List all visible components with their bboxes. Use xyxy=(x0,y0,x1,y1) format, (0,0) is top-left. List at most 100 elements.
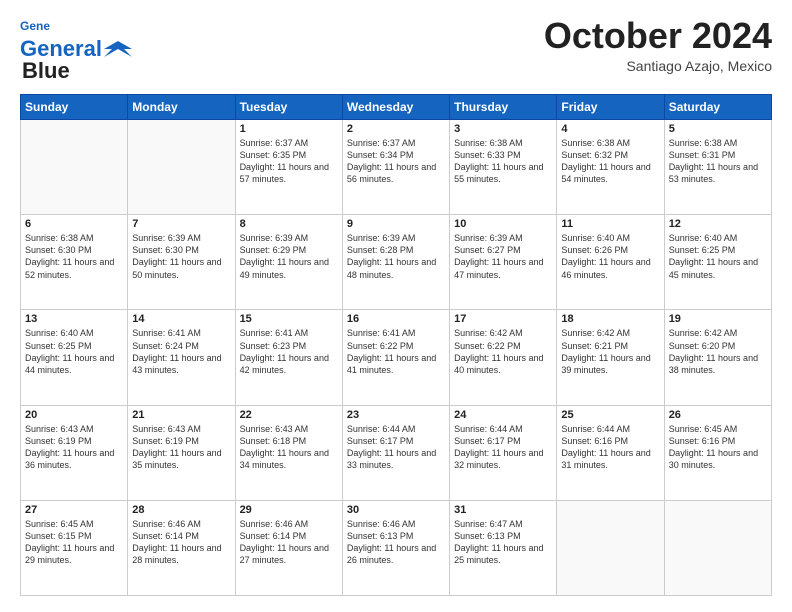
day-number: 11 xyxy=(561,218,659,230)
weekday-header-monday: Monday xyxy=(128,95,235,120)
day-number: 19 xyxy=(669,313,767,325)
day-number: 26 xyxy=(669,409,767,421)
day-number: 31 xyxy=(454,504,552,516)
calendar-cell: 24 Sunrise: 6:44 AM Sunset: 6:17 PM Dayli… xyxy=(450,405,557,500)
calendar-cell: 17 Sunrise: 6:42 AM Sunset: 6:22 PM Dayli… xyxy=(450,310,557,405)
weekday-header-sunday: Sunday xyxy=(21,95,128,120)
title-section: October 2024 Santiago Azajo, Mexico xyxy=(544,16,772,74)
calendar-cell: 10 Sunrise: 6:39 AM Sunset: 6:27 PM Dayli… xyxy=(450,215,557,310)
day-number: 13 xyxy=(25,313,123,325)
calendar-cell: 8 Sunrise: 6:39 AM Sunset: 6:29 PM Daylig… xyxy=(235,215,342,310)
calendar-cell: 28 Sunrise: 6:46 AM Sunset: 6:14 PM Dayli… xyxy=(128,500,235,595)
day-info: Sunrise: 6:43 AM Sunset: 6:19 PM Dayligh… xyxy=(25,423,123,472)
calendar-cell: 12Sunrise: 6:40 AM Sunset: 6:25 PM Dayli… xyxy=(664,215,771,310)
day-info: Sunrise: 6:40 AM Sunset: 6:25 PM Dayligh… xyxy=(25,327,123,376)
day-info: Sunrise: 6:37 AM Sunset: 6:34 PM Dayligh… xyxy=(347,137,445,186)
day-info: Sunrise: 6:41 AM Sunset: 6:24 PM Dayligh… xyxy=(132,327,230,376)
day-number: 6 xyxy=(25,218,123,230)
calendar-cell: 29Sunrise: 6:46 AM Sunset: 6:14 PM Dayli… xyxy=(235,500,342,595)
day-info: Sunrise: 6:42 AM Sunset: 6:20 PM Dayligh… xyxy=(669,327,767,376)
logo-bird xyxy=(104,39,132,59)
day-info: Sunrise: 6:45 AM Sunset: 6:15 PM Dayligh… xyxy=(25,518,123,567)
day-number: 24 xyxy=(454,409,552,421)
day-info: Sunrise: 6:40 AM Sunset: 6:26 PM Dayligh… xyxy=(561,232,659,281)
day-info: Sunrise: 6:45 AM Sunset: 6:16 PM Dayligh… xyxy=(669,423,767,472)
day-info: Sunrise: 6:39 AM Sunset: 6:30 PM Dayligh… xyxy=(132,232,230,281)
day-info: Sunrise: 6:43 AM Sunset: 6:18 PM Dayligh… xyxy=(240,423,338,472)
day-info: Sunrise: 6:46 AM Sunset: 6:14 PM Dayligh… xyxy=(132,518,230,567)
calendar-cell: 25 Sunrise: 6:44 AM Sunset: 6:16 PM Dayli… xyxy=(557,405,664,500)
day-number: 2 xyxy=(347,123,445,135)
calendar-cell: 5Sunrise: 6:38 AM Sunset: 6:31 PM Daylig… xyxy=(664,120,771,215)
day-info: Sunrise: 6:38 AM Sunset: 6:30 PM Dayligh… xyxy=(25,232,123,281)
location-subtitle: Santiago Azajo, Mexico xyxy=(544,58,772,74)
day-number: 29 xyxy=(240,504,338,516)
calendar-cell: 18Sunrise: 6:42 AM Sunset: 6:21 PM Dayli… xyxy=(557,310,664,405)
weekday-header-tuesday: Tuesday xyxy=(235,95,342,120)
weekday-header-thursday: Thursday xyxy=(450,95,557,120)
day-info: Sunrise: 6:39 AM Sunset: 6:28 PM Dayligh… xyxy=(347,232,445,281)
calendar-week-1: 1Sunrise: 6:37 AM Sunset: 6:35 PM Daylig… xyxy=(21,120,772,215)
day-number: 20 xyxy=(25,409,123,421)
day-number: 10 xyxy=(454,218,552,230)
calendar-cell xyxy=(21,120,128,215)
logo: General General Blue xyxy=(20,16,132,84)
calendar-week-2: 6 Sunrise: 6:38 AM Sunset: 6:30 PM Daylig… xyxy=(21,215,772,310)
day-number: 3 xyxy=(454,123,552,135)
day-number: 12 xyxy=(669,218,767,230)
calendar-cell xyxy=(557,500,664,595)
day-number: 16 xyxy=(347,313,445,325)
day-number: 4 xyxy=(561,123,659,135)
calendar-cell xyxy=(128,120,235,215)
calendar-cell: 14 Sunrise: 6:41 AM Sunset: 6:24 PM Dayli… xyxy=(128,310,235,405)
day-number: 25 xyxy=(561,409,659,421)
calendar-cell: 3Sunrise: 6:38 AM Sunset: 6:33 PM Daylig… xyxy=(450,120,557,215)
calendar-week-3: 13 Sunrise: 6:40 AM Sunset: 6:25 PM Dayli… xyxy=(21,310,772,405)
day-number: 14 xyxy=(132,313,230,325)
day-info: Sunrise: 6:42 AM Sunset: 6:21 PM Dayligh… xyxy=(561,327,659,376)
calendar-cell: 9 Sunrise: 6:39 AM Sunset: 6:28 PM Daylig… xyxy=(342,215,449,310)
day-number: 1 xyxy=(240,123,338,135)
calendar-cell: 31 Sunrise: 6:47 AM Sunset: 6:13 PM Dayli… xyxy=(450,500,557,595)
calendar-cell: 6 Sunrise: 6:38 AM Sunset: 6:30 PM Daylig… xyxy=(21,215,128,310)
calendar-cell: 11 Sunrise: 6:40 AM Sunset: 6:26 PM Dayli… xyxy=(557,215,664,310)
calendar-cell: 13 Sunrise: 6:40 AM Sunset: 6:25 PM Dayli… xyxy=(21,310,128,405)
calendar-cell xyxy=(664,500,771,595)
calendar-table: SundayMondayTuesdayWednesdayThursdayFrid… xyxy=(20,94,772,596)
day-info: Sunrise: 6:46 AM Sunset: 6:13 PM Dayligh… xyxy=(347,518,445,567)
calendar-cell: 2 Sunrise: 6:37 AM Sunset: 6:34 PM Daylig… xyxy=(342,120,449,215)
header: General General Blue October 2024 Santia… xyxy=(20,16,772,84)
day-info: Sunrise: 6:41 AM Sunset: 6:23 PM Dayligh… xyxy=(240,327,338,376)
day-info: Sunrise: 6:42 AM Sunset: 6:22 PM Dayligh… xyxy=(454,327,552,376)
day-info: Sunrise: 6:41 AM Sunset: 6:22 PM Dayligh… xyxy=(347,327,445,376)
day-info: Sunrise: 6:44 AM Sunset: 6:17 PM Dayligh… xyxy=(454,423,552,472)
month-title: October 2024 xyxy=(544,16,772,56)
day-info: Sunrise: 6:38 AM Sunset: 6:32 PM Dayligh… xyxy=(561,137,659,186)
day-number: 17 xyxy=(454,313,552,325)
day-number: 27 xyxy=(25,504,123,516)
calendar-cell: 26 Sunrise: 6:45 AM Sunset: 6:16 PM Dayli… xyxy=(664,405,771,500)
day-number: 8 xyxy=(240,218,338,230)
calendar-cell: 22 Sunrise: 6:43 AM Sunset: 6:18 PM Dayli… xyxy=(235,405,342,500)
calendar-week-5: 27 Sunrise: 6:45 AM Sunset: 6:15 PM Dayli… xyxy=(21,500,772,595)
day-info: Sunrise: 6:39 AM Sunset: 6:27 PM Dayligh… xyxy=(454,232,552,281)
day-number: 23 xyxy=(347,409,445,421)
calendar-cell: 15Sunrise: 6:41 AM Sunset: 6:23 PM Dayli… xyxy=(235,310,342,405)
day-info: Sunrise: 6:44 AM Sunset: 6:16 PM Dayligh… xyxy=(561,423,659,472)
day-number: 28 xyxy=(132,504,230,516)
calendar-cell: 16 Sunrise: 6:41 AM Sunset: 6:22 PM Dayli… xyxy=(342,310,449,405)
day-number: 7 xyxy=(132,218,230,230)
day-info: Sunrise: 6:39 AM Sunset: 6:29 PM Dayligh… xyxy=(240,232,338,281)
calendar-cell: 20 Sunrise: 6:43 AM Sunset: 6:19 PM Dayli… xyxy=(21,405,128,500)
day-info: Sunrise: 6:47 AM Sunset: 6:13 PM Dayligh… xyxy=(454,518,552,567)
weekday-header-row: SundayMondayTuesdayWednesdayThursdayFrid… xyxy=(21,95,772,120)
calendar-cell: 1Sunrise: 6:37 AM Sunset: 6:35 PM Daylig… xyxy=(235,120,342,215)
day-number: 5 xyxy=(669,123,767,135)
day-number: 22 xyxy=(240,409,338,421)
calendar-cell: 21Sunrise: 6:43 AM Sunset: 6:19 PM Dayli… xyxy=(128,405,235,500)
page: General General Blue October 2024 Santia… xyxy=(0,0,792,612)
day-number: 9 xyxy=(347,218,445,230)
calendar-cell: 7 Sunrise: 6:39 AM Sunset: 6:30 PM Daylig… xyxy=(128,215,235,310)
day-number: 21 xyxy=(132,409,230,421)
calendar-body: 1Sunrise: 6:37 AM Sunset: 6:35 PM Daylig… xyxy=(21,120,772,596)
